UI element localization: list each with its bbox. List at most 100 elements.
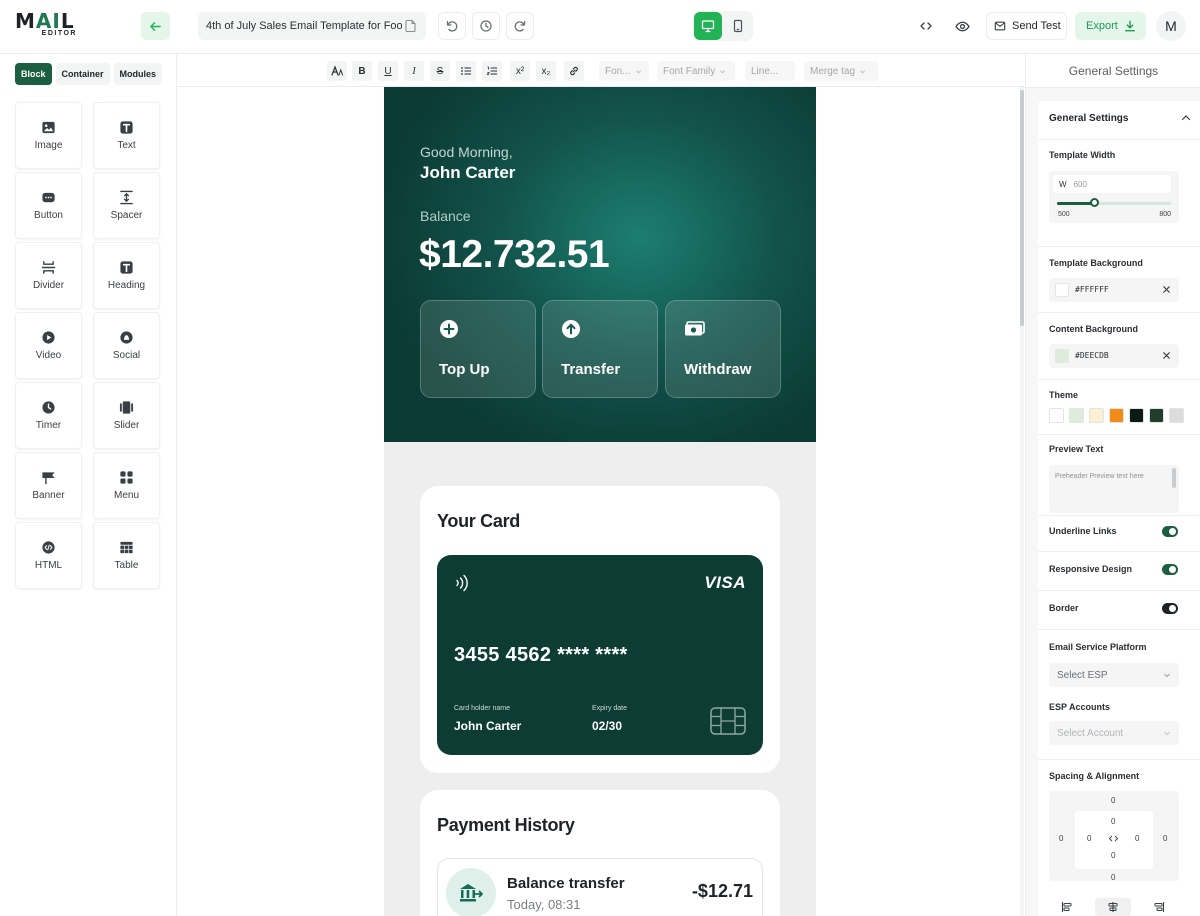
border-toggle[interactable] (1162, 603, 1178, 614)
transaction-row[interactable]: Balance transfer Today, 08:31 -$12.71 (437, 858, 763, 916)
send-test-label: Send Test (1012, 20, 1061, 32)
block-button[interactable]: Button (15, 172, 82, 239)
credit-card[interactable]: VISA 3455 4562 **** **** Card holder nam… (437, 555, 763, 755)
send-test-button[interactable]: Send Test (986, 12, 1067, 40)
hero-section[interactable]: Good Morning, John Carter Balance $12.73… (384, 87, 816, 442)
underline-links-toggle[interactable] (1162, 526, 1178, 537)
history-title[interactable]: Payment History (437, 815, 575, 836)
divider-icon (41, 261, 56, 274)
font-size-select[interactable]: Fon... (599, 61, 649, 81)
transfer-action[interactable]: Transfer (542, 300, 658, 398)
link-button[interactable] (564, 61, 584, 81)
theme-swatch[interactable] (1109, 408, 1124, 423)
width-slider-track[interactable] (1057, 202, 1171, 205)
block-banner[interactable]: Banner (15, 452, 82, 519)
italic-button[interactable]: I (404, 61, 424, 81)
general-settings-title[interactable]: General Settings (1049, 113, 1128, 124)
block-timer[interactable]: Timer (15, 382, 82, 449)
template-background-field[interactable]: #FFFFFF (1049, 278, 1179, 302)
your-card-section[interactable]: Your Card VISA 3455 4562 **** **** Card … (420, 486, 780, 773)
chevron-down-icon (1164, 731, 1170, 736)
esp-account-select[interactable]: Select Account (1049, 721, 1179, 745)
undo-button[interactable] (438, 12, 466, 40)
theme-swatch[interactable] (1049, 408, 1064, 423)
block-heading[interactable]: Heading (93, 242, 160, 309)
desktop-view-button[interactable] (694, 12, 722, 40)
align-right-button[interactable] (1141, 898, 1177, 916)
link-spacing-icon[interactable] (1108, 834, 1119, 843)
margin-right-input[interactable]: 0 (1163, 834, 1167, 843)
block-text[interactable]: Text (93, 102, 160, 169)
padding-bottom-input[interactable]: 0 (1111, 851, 1115, 860)
block-social[interactable]: Social (93, 312, 160, 379)
strikethrough-button[interactable]: S (430, 61, 450, 81)
numbered-list-button[interactable] (482, 61, 502, 81)
greeting-text[interactable]: Good Morning, (420, 144, 513, 160)
template-width-input[interactable]: W 600 (1053, 175, 1171, 193)
block-divider[interactable]: Divider (15, 242, 82, 309)
font-family-placeholder: Font Family (663, 65, 716, 77)
mobile-view-button[interactable] (724, 12, 752, 40)
close-icon[interactable] (1161, 350, 1172, 361)
code-view-button[interactable] (912, 12, 940, 40)
padding-right-input[interactable]: 0 (1135, 834, 1139, 843)
padding-top-input[interactable]: 0 (1111, 817, 1115, 826)
theme-swatch[interactable] (1069, 408, 1084, 423)
preview-button[interactable] (948, 12, 976, 40)
theme-swatch[interactable] (1089, 408, 1104, 423)
back-button[interactable] (141, 12, 170, 40)
template-background-swatch[interactable] (1055, 283, 1069, 297)
block-slider[interactable]: Slider (93, 382, 160, 449)
esp-select[interactable]: Select ESP (1049, 663, 1179, 687)
margin-top-input[interactable]: 0 (1111, 796, 1115, 805)
superscript-button[interactable]: x² (510, 61, 530, 81)
margin-left-input[interactable]: 0 (1059, 834, 1063, 843)
withdraw-action[interactable]: Withdraw (665, 300, 781, 398)
preview-text-input[interactable]: Preheader Preview text here (1049, 465, 1179, 513)
align-center-button[interactable] (1095, 898, 1131, 916)
canvas-scrollbar-thumb[interactable] (1020, 90, 1024, 326)
balance-label[interactable]: Balance (420, 208, 471, 224)
width-slider-handle[interactable] (1090, 198, 1100, 207)
merge-tag-select[interactable]: Merge tag (804, 61, 878, 81)
line-height-select[interactable]: Line... (745, 61, 795, 81)
theme-swatch[interactable] (1149, 408, 1164, 423)
tab-modules[interactable]: Modules (113, 63, 163, 85)
payment-history-section[interactable]: Payment History Balance transfer Today, … (420, 790, 780, 916)
top-up-action[interactable]: Top Up (420, 300, 536, 398)
history-button[interactable] (472, 12, 500, 40)
text-style-button[interactable] (327, 61, 347, 81)
responsive-design-toggle[interactable] (1162, 564, 1178, 575)
font-family-select[interactable]: Font Family (657, 61, 735, 81)
tab-container[interactable]: Container (55, 63, 110, 85)
theme-swatch[interactable] (1129, 408, 1144, 423)
bullet-list-button[interactable] (456, 61, 476, 81)
block-image[interactable]: Image (15, 102, 82, 169)
export-button[interactable]: Export (1075, 12, 1146, 40)
subscript-button[interactable]: x₂ (536, 61, 556, 81)
close-icon[interactable] (1161, 284, 1172, 295)
email-preview[interactable]: Good Morning, John Carter Balance $12.73… (384, 87, 816, 916)
padding-left-input[interactable]: 0 (1087, 834, 1091, 843)
block-video[interactable]: Video (15, 312, 82, 379)
content-background-swatch[interactable] (1055, 349, 1069, 363)
theme-swatch[interactable] (1169, 408, 1184, 423)
avatar[interactable]: M (1156, 11, 1186, 41)
user-name[interactable]: John Carter (420, 163, 515, 183)
tab-block[interactable]: Block (15, 63, 52, 85)
block-menu[interactable]: Menu (93, 452, 160, 519)
bold-button[interactable]: B (352, 61, 372, 81)
margin-bottom-input[interactable]: 0 (1111, 873, 1115, 882)
card-section-title[interactable]: Your Card (437, 511, 520, 532)
block-table[interactable]: Table (93, 522, 160, 589)
chevron-up-icon[interactable] (1181, 113, 1191, 123)
content-background-field[interactable]: #DEECDB (1049, 344, 1179, 368)
redo-button[interactable] (506, 12, 534, 40)
balance-value[interactable]: $12.732.51 (419, 233, 610, 277)
preview-text-scrollbar[interactable] (1172, 468, 1176, 488)
template-title-input[interactable]: 4th of July Sales Email Template for Foo… (198, 12, 426, 40)
block-html[interactable]: HTML (15, 522, 82, 589)
underline-button[interactable]: U (378, 61, 398, 81)
align-left-button[interactable] (1049, 898, 1085, 916)
block-spacer[interactable]: Spacer (93, 172, 160, 239)
